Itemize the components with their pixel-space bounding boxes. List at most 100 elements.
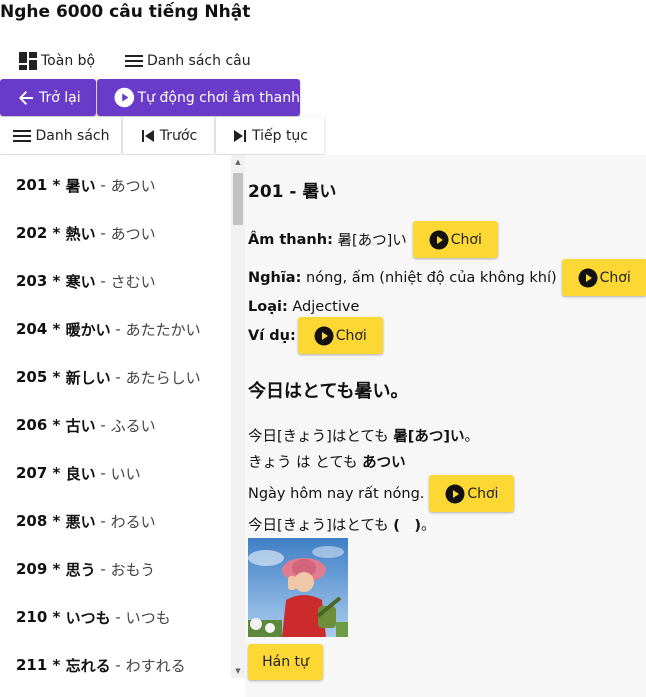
translation-play-button[interactable]: Chơi	[429, 475, 515, 512]
separator-star: *	[47, 656, 66, 674]
word-kanji: 暖かい	[65, 320, 111, 339]
arrow-left-icon	[19, 90, 33, 105]
separator-star: *	[47, 224, 66, 242]
play-label: Chơi	[335, 327, 367, 344]
translation-row: Ngày hôm nay rất nóng. Chơi	[248, 475, 515, 512]
autoplay-button[interactable]: Tự động chơi âm thanh	[97, 79, 300, 116]
word-number: 204	[16, 320, 48, 338]
word-kanji: いつも	[65, 608, 111, 627]
word-number: 203	[16, 272, 48, 290]
separator-star: *	[47, 608, 66, 626]
page-title: Nghe 6000 câu tiếng Nhật	[0, 2, 251, 22]
play-circle-icon	[314, 326, 334, 345]
word-kana: さむい	[110, 272, 156, 291]
example-sentence: 今日はとても暑い。	[248, 381, 409, 402]
list-item[interactable]: 208 * 悪い - わるい	[0, 497, 231, 545]
list-tab-button[interactable]: Danh sách	[0, 117, 121, 154]
separator-dash: -	[95, 464, 111, 482]
separator-dash: -	[110, 320, 126, 338]
play-label: Chơi	[599, 269, 631, 286]
scroll-down-arrow-icon[interactable]: ▼	[231, 664, 245, 678]
sound-label: Âm thanh:	[248, 231, 333, 248]
type-label: Loại:	[248, 299, 288, 315]
word-kanji: 暑い	[65, 176, 96, 195]
play-label: Chơi	[450, 231, 482, 248]
list-item[interactable]: 211 * 忘れる - わすれる	[0, 641, 231, 689]
list-item[interactable]: 203 * 寒い - さむい	[0, 257, 231, 305]
sidebar-scrollbar[interactable]: ▲ ▼	[231, 155, 245, 678]
separator-dash: -	[110, 608, 126, 626]
scroll-up-arrow-icon[interactable]: ▲	[231, 155, 245, 169]
separator-dash: -	[110, 368, 126, 386]
prev-button[interactable]: Trước	[123, 117, 214, 154]
word-kanji: 悪い	[65, 512, 96, 531]
hot-weather-photo	[248, 538, 348, 637]
meaning-play-button[interactable]: Chơi	[561, 259, 646, 296]
skip-next-icon	[233, 129, 246, 142]
word-number: 207	[16, 464, 48, 482]
separator-star: *	[47, 272, 66, 290]
list-item[interactable]: 206 * 古い - ふるい	[0, 401, 231, 449]
word-kana: あつい	[110, 224, 156, 243]
all-view-label: Toàn bộ	[41, 53, 96, 69]
word-kana: あつい	[110, 176, 156, 195]
separator-star: *	[47, 320, 66, 338]
word-kana: あたらしい	[125, 368, 201, 387]
cloze-plain: 今日[きょう]はとても	[248, 518, 394, 534]
separator-star: *	[47, 368, 66, 386]
kana-line: きょう は とても あつい	[248, 451, 406, 472]
list-icon	[12, 129, 31, 142]
word-kanji: 熱い	[65, 224, 96, 243]
word-kana: あたたかい	[125, 320, 201, 339]
list-item[interactable]: 209 * 思う - おもう	[0, 545, 231, 593]
back-button[interactable]: Trở lại	[0, 79, 96, 116]
kanji-button[interactable]: Hán tự	[248, 644, 323, 680]
separator-star: *	[47, 176, 66, 194]
separator-dash: -	[95, 224, 111, 242]
word-kanji: 良い	[65, 464, 96, 483]
list-item[interactable]: 201 * 暑い - あつい	[0, 161, 231, 209]
word-number: 202	[16, 224, 48, 242]
word-kana: わるい	[110, 512, 156, 531]
sound-value: 暑[あつ]い	[337, 233, 407, 249]
word-heading: 201 - 暑い	[248, 182, 337, 202]
separator-star: *	[47, 416, 66, 434]
list-item[interactable]: 204 * 暖かい - あたたかい	[0, 305, 231, 353]
separator-dash: -	[95, 560, 111, 578]
meaning-label: Nghĩa:	[248, 269, 302, 286]
example-play-button[interactable]: Chơi	[297, 317, 383, 354]
word-number: 211	[16, 656, 48, 674]
scroll-thumb[interactable]	[233, 173, 243, 225]
word-kanji: 忘れる	[65, 656, 111, 675]
play-circle-icon	[445, 484, 465, 503]
furigana-bold: 暑[あつ]い	[393, 429, 465, 445]
separator-dash: -	[95, 176, 111, 194]
separator-dash: -	[110, 656, 126, 674]
sentence-list-button[interactable]: Danh sách câu	[124, 48, 251, 74]
all-view-button[interactable]: Toàn bộ	[18, 48, 95, 74]
play-circle-icon	[114, 87, 135, 108]
sound-play-button[interactable]: Chơi	[412, 221, 498, 258]
next-button[interactable]: Tiếp tục	[216, 117, 324, 154]
separator-dash: -	[95, 416, 111, 434]
word-kana: おもう	[110, 560, 156, 579]
example-photo	[248, 538, 348, 637]
list-icon	[125, 55, 143, 67]
separator-dash: -	[95, 512, 111, 530]
furigana-line: 今日[きょう]はとても 暑[あつ]い。	[248, 425, 479, 446]
list-item[interactable]: 210 * いつも - いつも	[0, 593, 231, 641]
word-kana: いい	[110, 464, 141, 483]
detail-panel: 201 - 暑い Âm thanh: 暑[あつ]い Chơi Nghĩa: nó…	[245, 155, 646, 697]
example-row: Ví dụ: Chơi	[248, 317, 383, 354]
word-number: 210	[16, 608, 48, 626]
word-kanji: 新しい	[65, 368, 111, 387]
separator-star: *	[47, 464, 66, 482]
separator-star: *	[47, 560, 66, 578]
list-item[interactable]: 202 * 熱い - あつい	[0, 209, 231, 257]
word-kanji: 寒い	[65, 272, 96, 291]
list-item[interactable]: 207 * 良い - いい	[0, 449, 231, 497]
kana-plain: きょう は とても	[248, 455, 363, 471]
list-item[interactable]: 205 * 新しい - あたらしい	[0, 353, 231, 401]
app-page: Nghe 6000 câu tiếng Nhật Toàn bộ Danh sá…	[0, 0, 646, 697]
grid-icon	[19, 52, 37, 70]
